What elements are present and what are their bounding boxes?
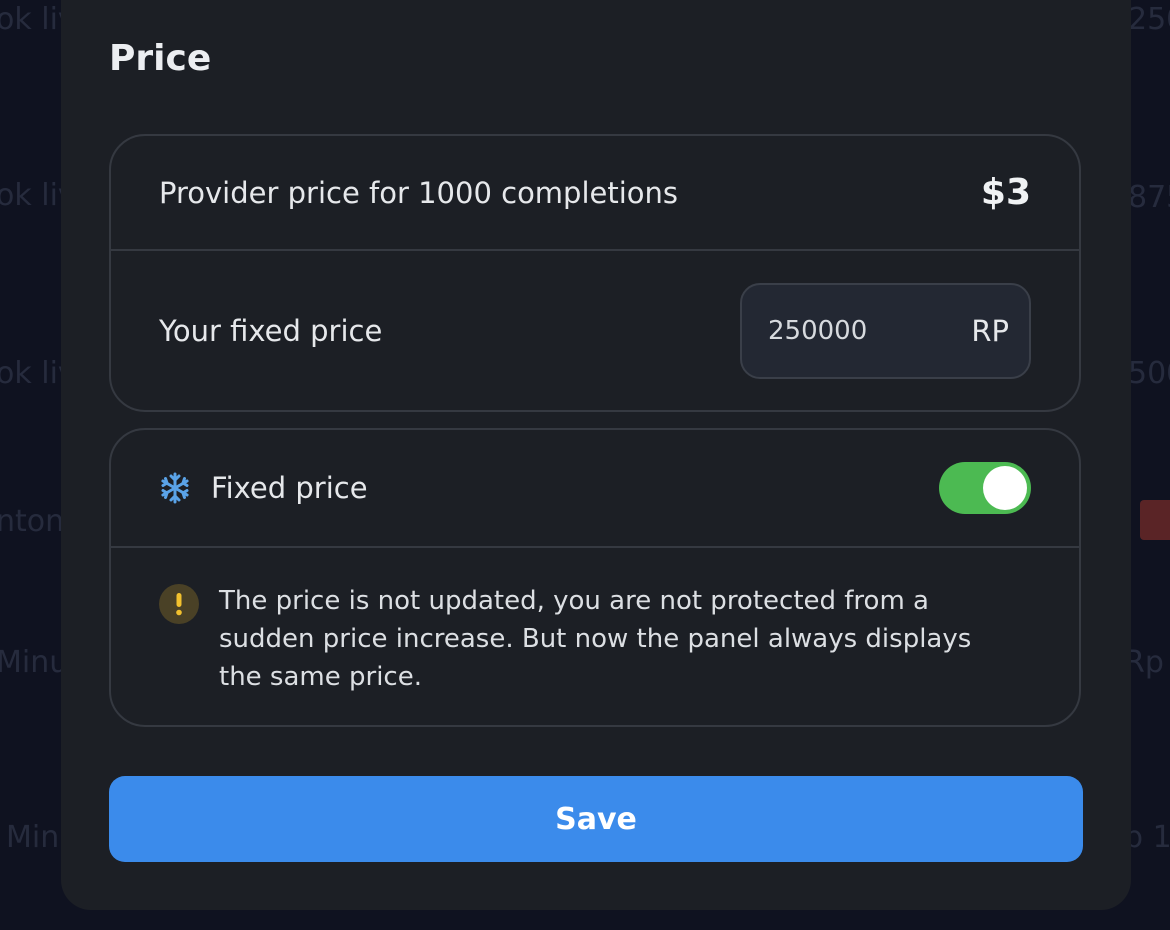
fixed-price-input[interactable] <box>766 314 940 347</box>
bg-text-fragment: 500 <box>1128 356 1170 391</box>
pricing-card: Provider price for 1000 completions $3 Y… <box>109 134 1081 412</box>
fixed-price-toggle[interactable] <box>939 462 1031 514</box>
bg-text-fragment: Minu <box>0 645 69 680</box>
warning-row: The price is not updated, you are not pr… <box>111 546 1079 725</box>
snowflake-icon <box>161 472 189 504</box>
toggle-knob <box>983 466 1027 510</box>
fixed-price-heading: Fixed price <box>159 471 368 505</box>
price-modal: Price Provider price for 1000 completion… <box>61 0 1131 910</box>
exclamation-icon <box>159 584 199 624</box>
fixed-price-toggle-row: Fixed price <box>111 430 1079 546</box>
currency-label: RP <box>971 313 1009 348</box>
modal-title: Price <box>109 38 212 79</box>
fixed-price-label: Your fixed price <box>159 313 383 348</box>
fixed-price-field[interactable]: RP <box>740 282 1031 379</box>
bg-text-fragment: Min <box>6 820 60 855</box>
bg-text-fragment: nton <box>0 504 65 539</box>
bg-badge <box>1140 500 1170 540</box>
bg-text-fragment: 875 <box>1128 180 1170 215</box>
save-button[interactable]: Save <box>109 776 1083 862</box>
warning-text: The price is not updated, you are not pr… <box>219 586 972 692</box>
provider-price-value: $3 <box>980 172 1031 213</box>
provider-price-row: Provider price for 1000 completions $3 <box>111 136 1079 249</box>
fixed-price-card: Fixed price The price is not updated, yo… <box>109 428 1081 727</box>
provider-price-label: Provider price for 1000 completions <box>159 175 679 210</box>
bg-text-fragment: 250 <box>1128 2 1170 37</box>
fixed-price-row: Your fixed price RP <box>111 249 1079 410</box>
fixed-price-toggle-label: Fixed price <box>211 471 368 505</box>
